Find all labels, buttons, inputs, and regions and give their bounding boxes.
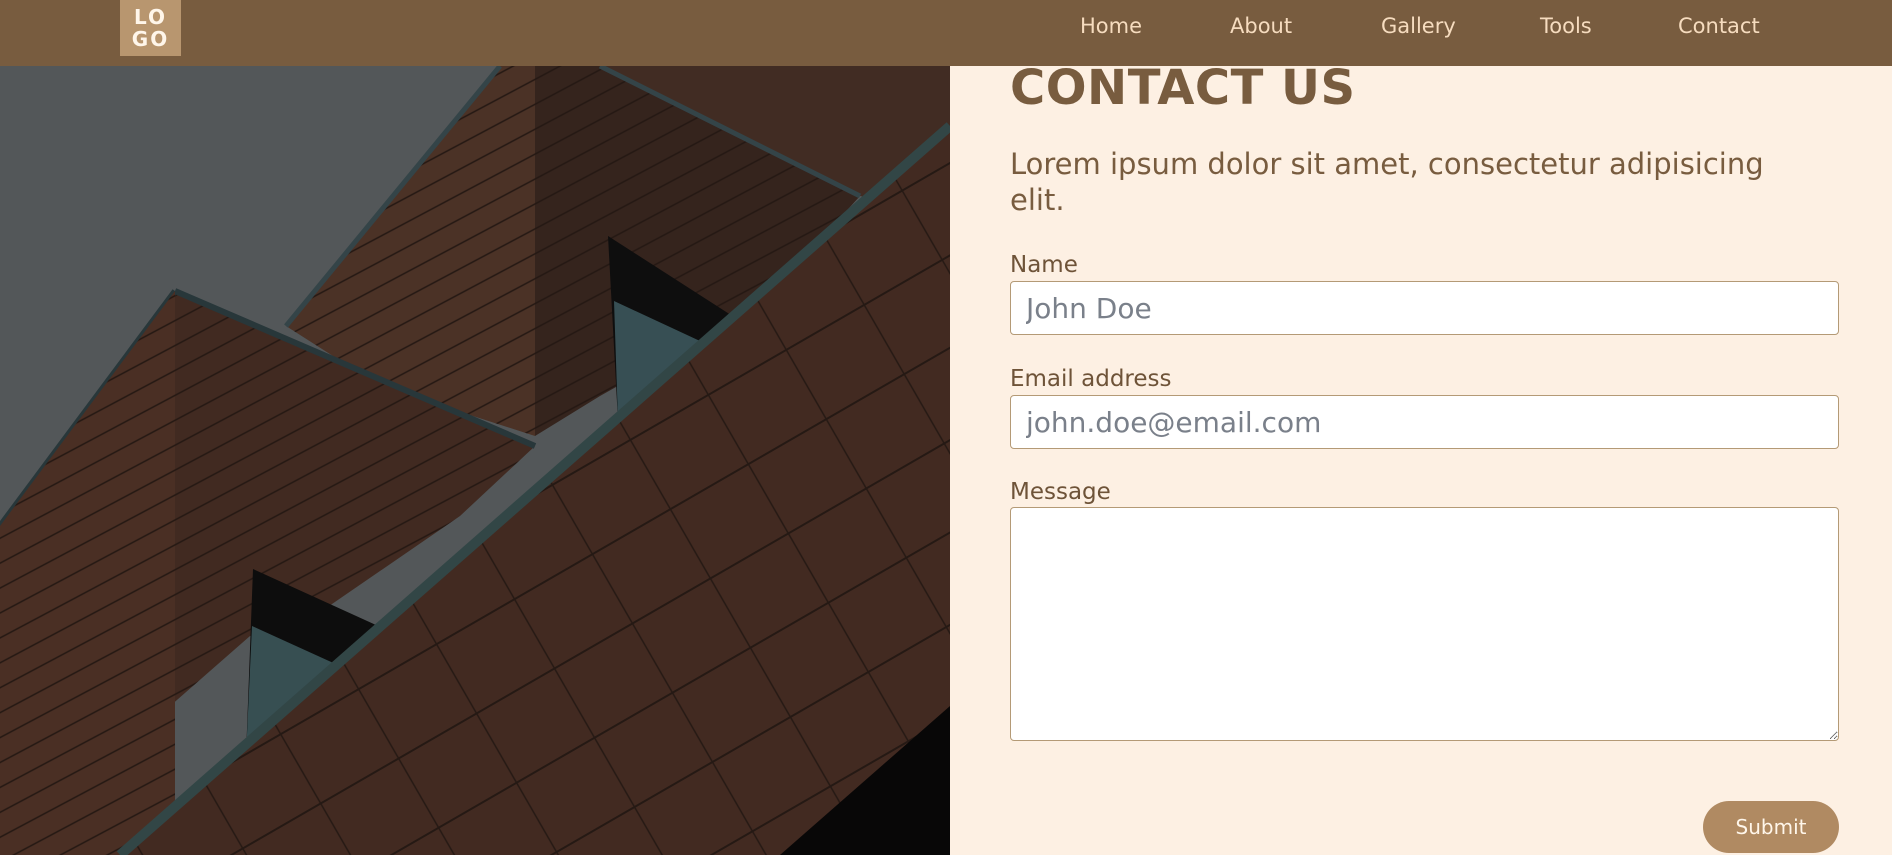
nav-link-about[interactable]: About [1230, 14, 1292, 38]
submit-button[interactable]: Submit [1703, 801, 1839, 853]
logo-line-2: GO [131, 27, 170, 51]
email-input[interactable] [1010, 395, 1839, 449]
navbar: LO GO Home About Gallery Tools Contact [0, 0, 1892, 66]
message-label: Message [1010, 479, 1111, 505]
nav-link-gallery[interactable]: Gallery [1381, 14, 1456, 38]
building-photo [0, 66, 950, 855]
contact-panel: CONTACT US Lorem ipsum dolor sit amet, c… [950, 60, 1892, 855]
nav-link-contact[interactable]: Contact [1678, 14, 1760, 38]
page-title: CONTACT US [1010, 60, 1356, 116]
nav-link-tools[interactable]: Tools [1540, 14, 1592, 38]
lead-text: Lorem ipsum dolor sit amet, consectetur … [1010, 147, 1764, 217]
name-input[interactable] [1010, 281, 1839, 335]
building-illustration [0, 66, 950, 855]
site-logo[interactable]: LO GO [120, 0, 181, 56]
logo-line-1: LO [133, 5, 168, 29]
message-textarea[interactable] [1010, 507, 1839, 741]
nav-link-home[interactable]: Home [1080, 14, 1142, 38]
name-label: Name [1010, 252, 1078, 278]
email-label: Email address [1010, 366, 1172, 392]
